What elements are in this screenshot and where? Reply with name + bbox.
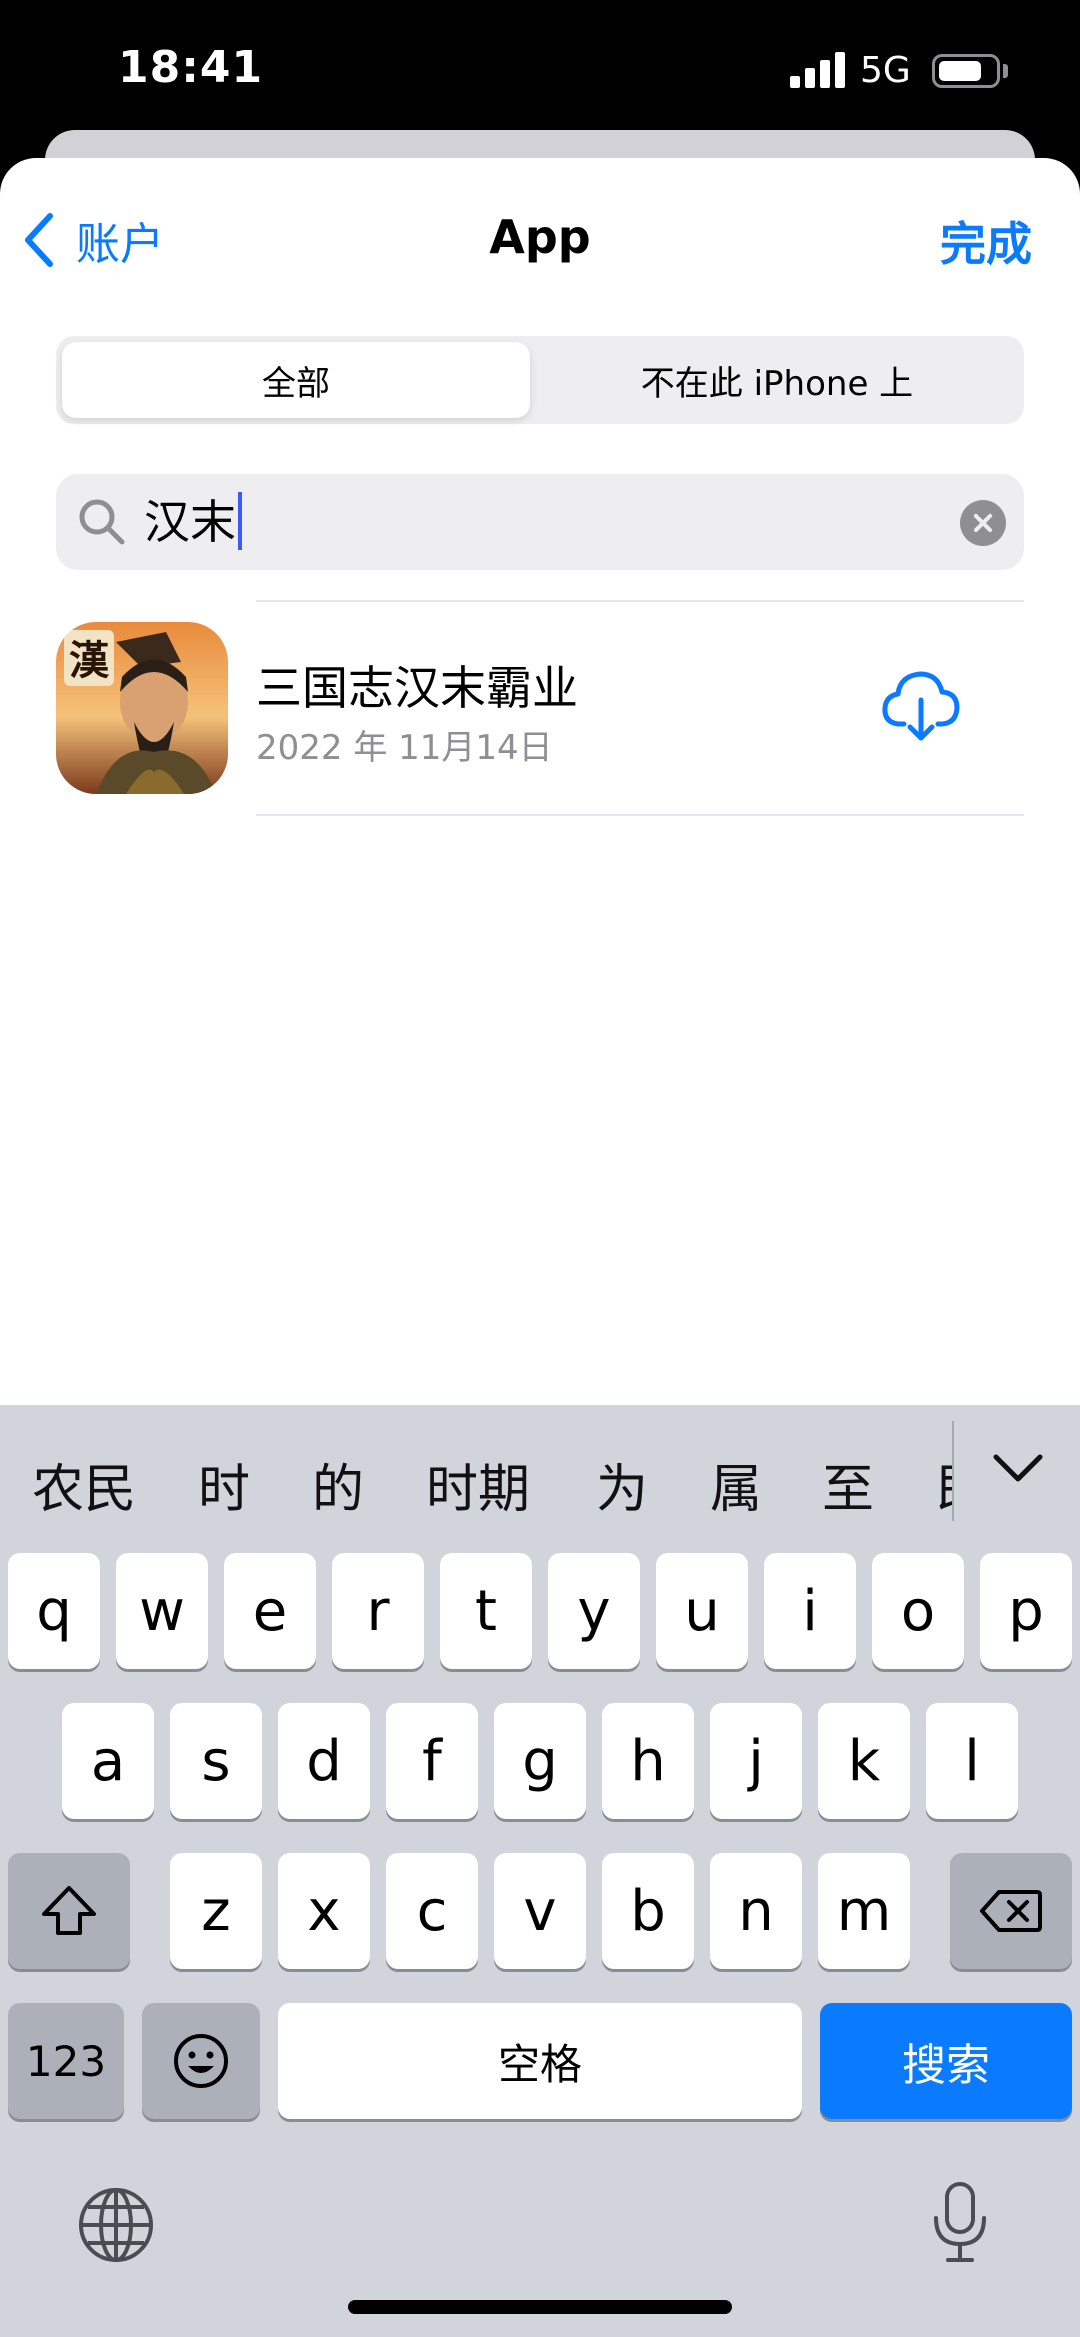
shift-icon bbox=[42, 1886, 96, 1935]
key-z[interactable]: z bbox=[170, 1853, 262, 1969]
segment-all[interactable]: 全部 bbox=[62, 342, 530, 418]
search-field[interactable]: 汉末 bbox=[56, 474, 1024, 570]
key-j[interactable]: j bbox=[710, 1703, 802, 1819]
candidate-bar: 农民 时 的 时期 为 属 至 即 bbox=[0, 1405, 1080, 1535]
key-w[interactable]: w bbox=[116, 1553, 208, 1669]
key-a[interactable]: a bbox=[62, 1703, 154, 1819]
candidate-word[interactable]: 为 bbox=[596, 1447, 648, 1522]
candidate-word[interactable]: 时 bbox=[198, 1447, 250, 1522]
key-x[interactable]: x bbox=[278, 1853, 370, 1969]
key-l[interactable]: l bbox=[926, 1703, 1018, 1819]
microphone-icon[interactable] bbox=[930, 2180, 990, 2266]
candidate-word[interactable]: 属 bbox=[710, 1447, 762, 1522]
screen: 18:41 5G 账户 App 完成 全部 不在此 iPhone 上 汉末 漢 … bbox=[0, 0, 1080, 2337]
key-q[interactable]: q bbox=[8, 1553, 100, 1669]
divider-bottom bbox=[256, 814, 1024, 816]
key-e[interactable]: e bbox=[224, 1553, 316, 1669]
candidate-separator bbox=[952, 1421, 954, 1521]
chevron-down-icon[interactable] bbox=[988, 1445, 1048, 1493]
candidate-word[interactable]: 至 bbox=[822, 1447, 874, 1522]
key-n[interactable]: n bbox=[710, 1853, 802, 1969]
key-g[interactable]: g bbox=[494, 1703, 586, 1819]
space-key[interactable]: 空格 bbox=[278, 2003, 802, 2119]
shift-key[interactable] bbox=[8, 1853, 130, 1969]
key-f[interactable]: f bbox=[386, 1703, 478, 1819]
key-r[interactable]: r bbox=[332, 1553, 424, 1669]
key-t[interactable]: t bbox=[440, 1553, 532, 1669]
search-icon bbox=[79, 499, 125, 545]
candidate-word[interactable]: 的 bbox=[312, 1447, 364, 1522]
app-icon[interactable]: 漢 bbox=[56, 622, 228, 794]
segment-not-on-iphone[interactable]: 不在此 iPhone 上 bbox=[536, 342, 1018, 418]
app-purchase-date: 2022 年 11月14日 bbox=[256, 728, 553, 768]
text-caret bbox=[238, 492, 242, 550]
clear-search-icon[interactable] bbox=[960, 500, 1006, 546]
app-icon-glyph: 漢 bbox=[69, 637, 110, 684]
app-name: 三国志汉末霸业 bbox=[256, 661, 578, 715]
status-time: 18:41 bbox=[118, 42, 264, 93]
candidate-word[interactable]: 即 bbox=[936, 1447, 952, 1522]
backspace-icon bbox=[980, 1890, 1042, 1932]
battery-icon bbox=[932, 54, 1000, 88]
key-v[interactable]: v bbox=[494, 1853, 586, 1969]
key-d[interactable]: d bbox=[278, 1703, 370, 1819]
segmented-control: 全部 不在此 iPhone 上 bbox=[56, 336, 1024, 424]
numbers-key[interactable]: 123 bbox=[8, 2003, 124, 2119]
emoji-icon bbox=[174, 2034, 228, 2088]
candidate-word[interactable]: 时期 bbox=[426, 1447, 530, 1522]
key-h[interactable]: h bbox=[602, 1703, 694, 1819]
network-type: 5G bbox=[860, 50, 911, 91]
key-m[interactable]: m bbox=[818, 1853, 910, 1969]
battery-tip bbox=[1003, 64, 1008, 78]
delete-key[interactable] bbox=[950, 1853, 1072, 1969]
cloud-download-icon[interactable] bbox=[880, 664, 962, 746]
key-b[interactable]: b bbox=[602, 1853, 694, 1969]
cellular-signal-icon bbox=[790, 52, 846, 88]
home-indicator[interactable] bbox=[348, 2300, 732, 2314]
status-bar: 18:41 5G bbox=[0, 0, 1080, 140]
done-button[interactable]: 完成 bbox=[940, 208, 1032, 274]
page-title: App bbox=[489, 210, 591, 264]
list-item[interactable]: 漢 三国志汉末霸业 2022 年 11月14日 bbox=[0, 602, 1080, 812]
candidate-word[interactable]: 农民 bbox=[32, 1447, 136, 1522]
key-c[interactable]: c bbox=[386, 1853, 478, 1969]
key-s[interactable]: s bbox=[170, 1703, 262, 1819]
key-p[interactable]: p bbox=[980, 1553, 1072, 1669]
key-i[interactable]: i bbox=[764, 1553, 856, 1669]
search-key[interactable]: 搜索 bbox=[820, 2003, 1072, 2119]
key-y[interactable]: y bbox=[548, 1553, 640, 1669]
emoji-key[interactable] bbox=[142, 2003, 260, 2119]
key-o[interactable]: o bbox=[872, 1553, 964, 1669]
search-input[interactable]: 汉末 bbox=[144, 492, 242, 552]
search-query: 汉末 bbox=[144, 495, 236, 549]
key-k[interactable]: k bbox=[818, 1703, 910, 1819]
globe-icon[interactable] bbox=[76, 2185, 156, 2265]
key-u[interactable]: u bbox=[656, 1553, 748, 1669]
